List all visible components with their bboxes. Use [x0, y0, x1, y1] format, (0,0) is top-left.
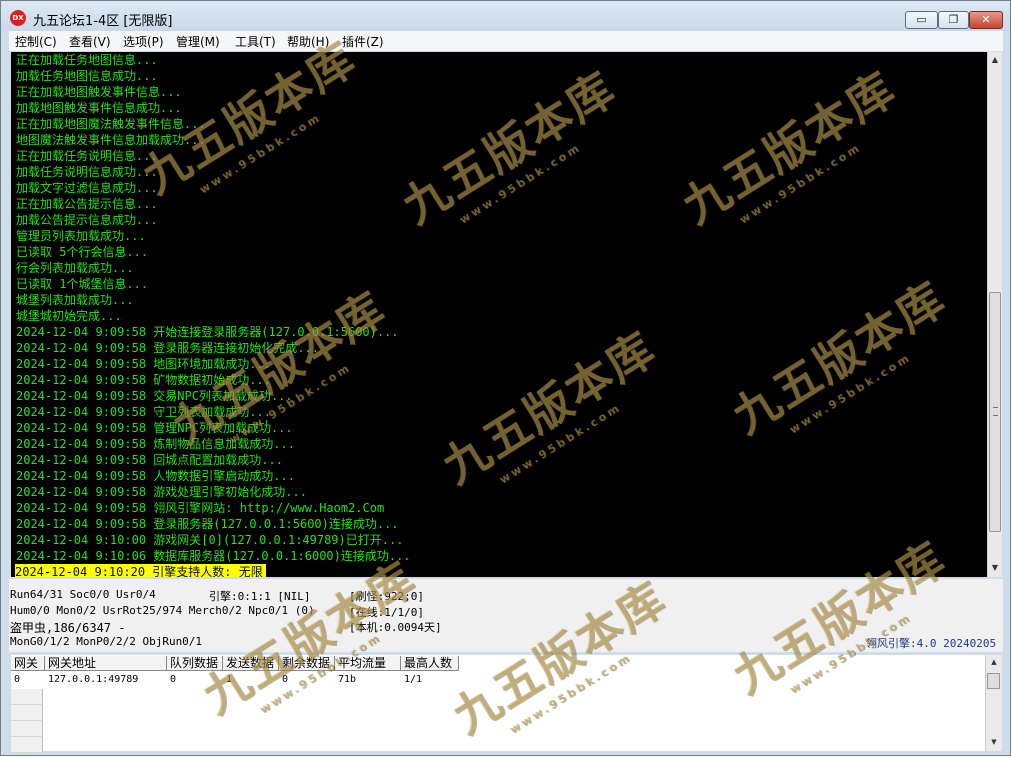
maximize-button[interactable]: ❐ — [938, 11, 969, 29]
log-line: 2024-12-04 9:09:58 登录服务器(127.0.0.1:5600)… — [16, 517, 399, 531]
log-line: 城堡城初始完成... — [16, 309, 122, 323]
log-line: 2024-12-04 9:09:58 地图环境加载成功... — [16, 357, 271, 371]
log-line: 管理员列表加载成功... — [16, 229, 146, 243]
window-title: 九五论坛1-4区 [无限版] — [33, 14, 173, 29]
log-line: 正在加载任务地图信息... — [16, 53, 158, 67]
table-header[interactable]: 剩余数据 — [279, 656, 335, 671]
log-line: 正在加载公告提示信息... — [16, 197, 158, 211]
status-mon: MonG0/1/2 MonP0/2/2 ObjRun0/1 — [10, 635, 203, 648]
scroll-down-icon[interactable]: ▼ — [986, 735, 1002, 749]
log-line: 2024-12-04 9:09:58 交易NPC列表加载成功... — [16, 389, 293, 403]
log-line: 正在加载地图魔法触发事件信息... — [16, 117, 206, 131]
title-bar[interactable]: DX 九五论坛1-4区 [无限版] ▭ ❐ ✕ — [1, 1, 1010, 31]
menu-options[interactable]: 选项(P) — [123, 33, 164, 50]
status-thief: 盗甲虫,186/6347 - — [10, 621, 126, 635]
log-line: 2024-12-04 9:09:58 人物数据引擎启动成功... — [16, 469, 295, 483]
log-line: 加载任务地图信息成功... — [16, 69, 158, 83]
grip-icon — [993, 407, 998, 416]
close-button[interactable]: ✕ — [969, 11, 1003, 29]
scroll-down-icon[interactable]: ▼ — [988, 560, 1002, 576]
status-online: [在线:1/1/0] — [349, 606, 424, 619]
log-line: 行会列表加载成功... — [16, 261, 134, 275]
menu-manage[interactable]: 管理(M) — [176, 33, 220, 50]
main-window: DX 九五论坛1-4区 [无限版] ▭ ❐ ✕ 控制(C) 查看(V) 选项(P… — [0, 0, 1011, 756]
log-line: 2024-12-04 9:10:00 游戏网关[0](127.0.0.1:497… — [16, 533, 404, 547]
log-line: 2024-12-04 9:09:58 游戏处理引擎初始化成功... — [16, 485, 307, 499]
table-header[interactable]: 平均流量 — [335, 656, 401, 671]
log-line: 2024-12-04 9:09:58 守卫列表加载成功... — [16, 405, 271, 419]
table-cell[interactable]: 1 — [223, 672, 232, 688]
console-scrollbar[interactable]: ▲ ▼ — [987, 52, 1002, 577]
table-header[interactable]: 发送数据 — [223, 656, 279, 671]
log-line: 已读取 5个行会信息... — [16, 245, 149, 259]
log-line: 加载地图触发事件信息成功... — [16, 101, 182, 115]
table-cell[interactable]: 0 — [279, 672, 288, 688]
log-line: 地图魔法触发事件信息加载成功... — [16, 133, 206, 147]
log-line-highlighted: 2024-12-04 9:10:20 引擎支持人数: 无限 — [15, 564, 266, 577]
table-cell[interactable]: 127.0.0.1:49789 — [45, 672, 138, 688]
table-header[interactable]: 网关地址 — [45, 656, 167, 671]
status-run: Run64/31 Soc0/0 Usr0/4 — [10, 588, 156, 601]
log-line: 正在加载地图触发事件信息... — [16, 85, 182, 99]
log-line: 2024-12-04 9:09:58 翎风引擎网站: http://www.Ha… — [16, 501, 385, 515]
app-icon: DX — [10, 10, 26, 26]
status-local: [本机:0.0094天] — [349, 621, 442, 634]
table-header[interactable]: 最高人数 — [401, 656, 459, 671]
menu-bar: 控制(C) 查看(V) 选项(P) 管理(M) 工具(T) 帮助(H) 插件(Z… — [9, 31, 1003, 51]
table-cell[interactable]: 0 — [167, 672, 176, 688]
menu-view[interactable]: 查看(V) — [69, 33, 111, 50]
status-refresh: [刷怪:922;0] — [349, 590, 424, 603]
table-header[interactable]: 队列数据 — [167, 656, 223, 671]
log-line: 2024-12-04 9:09:58 管理NPC列表加载成功... — [16, 421, 293, 435]
status-hum: Hum0/0 Mon0/2 UsrRot25/974 Merch0/2 Npc0… — [10, 604, 315, 617]
table-empty-area — [459, 655, 985, 751]
engine-version: 翎风引擎:4.0 20240205 — [866, 637, 997, 650]
log-line: 2024-12-04 9:09:58 炼制物品信息加载成功... — [16, 437, 295, 451]
log-line: 2024-12-04 9:10:06 数据库服务器(127.0.0.1:6000… — [16, 549, 411, 563]
log-line: 已读取 1个城堡信息... — [16, 277, 149, 291]
menu-control[interactable]: 控制(C) — [15, 33, 57, 50]
scroll-thumb[interactable] — [987, 673, 1000, 689]
table-cell[interactable]: 1/1 — [401, 672, 422, 688]
log-line: 2024-12-04 9:09:58 登录服务器连接初始化完成... — [16, 341, 319, 355]
log-line: 2024-12-04 9:09:58 回城点配置加载成功... — [16, 453, 283, 467]
menu-plugins[interactable]: 插件(Z) — [342, 33, 384, 50]
log-line: 城堡列表加载成功... — [16, 293, 134, 307]
row-header[interactable] — [11, 705, 43, 721]
status-engine: 引擎:0:1:1 [NIL] — [209, 590, 311, 603]
gateway-table: 网关 网关地址 队列数据 发送数据 剩余数据 平均流量 最高人数 0 127.0… — [11, 655, 459, 753]
log-line: 加载公告提示信息成功... — [16, 213, 158, 227]
log-line: 2024-12-04 9:09:58 开始连接登录服务器(127.0.0.1:5… — [16, 325, 399, 339]
scroll-up-icon[interactable]: ▲ — [986, 655, 1002, 669]
row-header[interactable] — [11, 689, 43, 705]
log-line: 加载任务说明信息成功... — [16, 165, 158, 179]
log-line: 正在加载任务说明信息... — [16, 149, 158, 163]
table-cell[interactable]: 71b — [335, 672, 356, 688]
scroll-thumb[interactable] — [989, 292, 1001, 532]
table-scrollbar[interactable]: ▲ ▼ — [985, 655, 1002, 751]
row-header[interactable] — [11, 721, 43, 737]
scroll-up-icon[interactable]: ▲ — [988, 52, 1002, 68]
log-line: 2024-12-04 9:09:58 矿物数据初始成功... — [16, 373, 271, 387]
menu-tools[interactable]: 工具(T) — [235, 33, 276, 50]
row-header[interactable] — [11, 737, 43, 753]
minimize-button[interactable]: ▭ — [905, 11, 938, 29]
log-console[interactable]: 正在加载任务地图信息... 加载任务地图信息成功... 正在加载地图触发事件信息..… — [11, 52, 987, 577]
table-header[interactable]: 网关 — [11, 656, 45, 671]
log-line: 加载文字过滤信息成功... — [16, 181, 158, 195]
table-cell[interactable]: 0 — [11, 672, 20, 688]
menu-help[interactable]: 帮助(H) — [287, 33, 329, 50]
